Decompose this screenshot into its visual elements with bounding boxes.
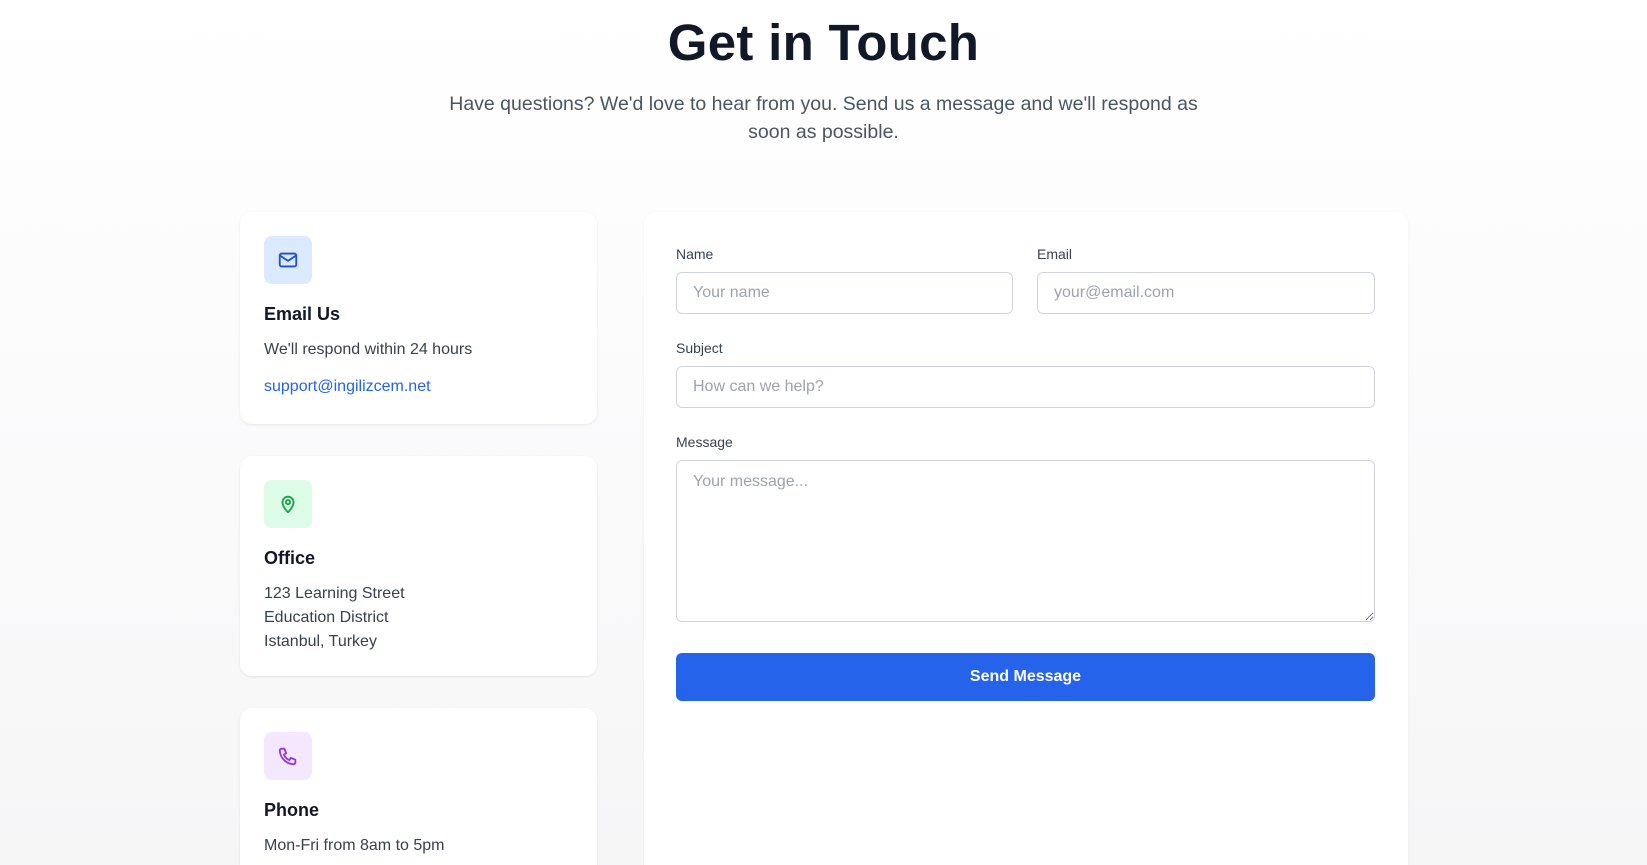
email-card-text: We'll respond within 24 hours — [264, 341, 473, 358]
page-title: Get in Touch — [667, 14, 980, 71]
phone-card: Phone Mon-Fri from 8am to 5pm — [240, 708, 597, 865]
email-label: Email — [1037, 246, 1073, 262]
email-card: Email Us We'll respond within 24 hours s… — [240, 212, 597, 424]
message-textarea[interactable] — [676, 460, 1375, 622]
mail-icon — [264, 236, 312, 284]
office-card: Office 123 Learning Street Education Dis… — [240, 456, 597, 676]
name-input[interactable] — [676, 272, 1013, 314]
address-line-1: 123 Learning Street — [264, 585, 405, 602]
name-label: Name — [676, 246, 714, 262]
contact-form: Name Email Subject Message Send Message — [644, 212, 1408, 865]
subject-input[interactable] — [676, 366, 1375, 408]
map-pin-icon — [264, 480, 312, 528]
phone-card-title: Phone — [264, 800, 320, 820]
email-input[interactable] — [1037, 272, 1375, 314]
support-email-link[interactable]: support@ingilizcem.net — [264, 378, 431, 396]
office-address: 123 Learning Street Education District I… — [264, 582, 405, 654]
send-message-button[interactable]: Send Message — [676, 653, 1375, 701]
phone-icon — [264, 732, 312, 780]
message-label: Message — [676, 434, 733, 450]
phone-hours: Mon-Fri from 8am to 5pm — [264, 837, 445, 854]
address-line-3: Istanbul, Turkey — [264, 633, 377, 650]
subject-label: Subject — [676, 340, 723, 356]
address-line-2: Education District — [264, 609, 389, 626]
page-subtitle: Have questions? We'd love to hear from y… — [449, 93, 1198, 143]
email-card-title: Email Us — [264, 304, 341, 324]
office-card-title: Office — [264, 548, 316, 568]
